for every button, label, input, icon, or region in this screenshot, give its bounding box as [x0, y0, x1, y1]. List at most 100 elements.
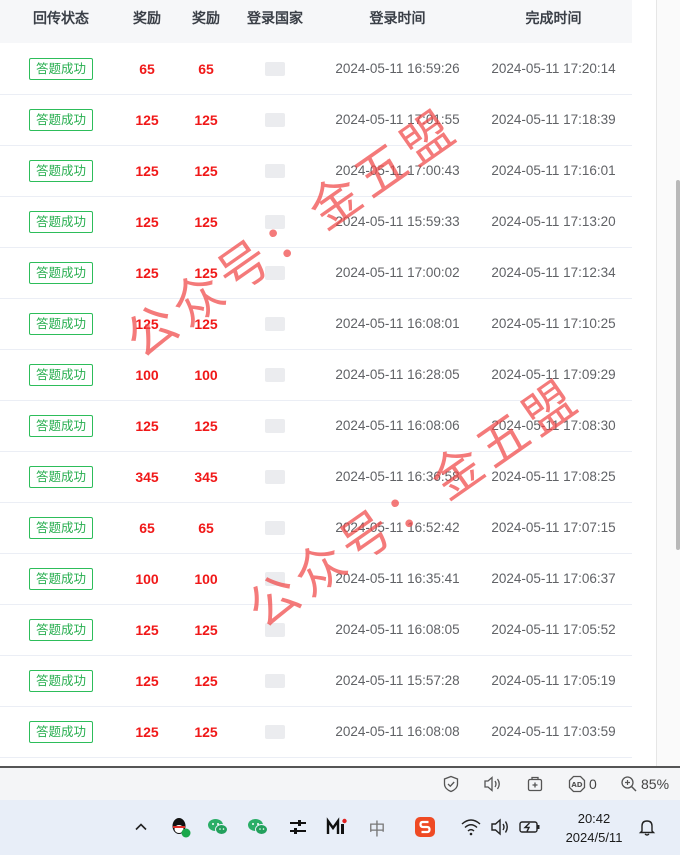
table-row[interactable]: 答题成功 125 125 2024-05-11 15:57:28 2024-05-11 …	[0, 656, 632, 707]
status-cell: 答题成功	[0, 44, 122, 95]
shield-check-icon[interactable]	[442, 774, 460, 794]
sliders-icon[interactable]	[285, 814, 311, 840]
table-row[interactable]: 答题成功 345 345 2024-05-11 16:36:58 2024-05-11 …	[0, 452, 632, 503]
table-row[interactable]: 答题成功 125 125 2024-05-11 16:08:08 2024-05-11 …	[0, 707, 632, 758]
sogou-icon[interactable]	[412, 814, 438, 840]
table-row[interactable]: 答题成功 125 125 2024-05-11 16:08:06 2024-05-11 …	[0, 401, 632, 452]
table-row[interactable]: 答题成功 125 125 2024-05-11 17:01:55 2024-05-11 …	[0, 95, 632, 146]
status-cell: 答题成功	[0, 605, 122, 656]
system-clock[interactable]: 20:42 2024/5/11	[555, 809, 633, 847]
column-header-country[interactable]: 登录国家	[240, 0, 310, 43]
country-cell	[240, 350, 310, 401]
reward-cell: 125	[194, 265, 218, 281]
redacted-country	[265, 571, 285, 586]
done-time-cell: 2024-05-11 17:07:15	[491, 520, 616, 535]
add-tab-icon[interactable]	[526, 774, 544, 794]
login-time-cell: 2024-05-11 16:35:41	[335, 571, 460, 586]
column-header-reward[interactable]: 奖励	[176, 0, 236, 43]
battery-icon[interactable]	[517, 814, 543, 840]
reward-cell: 125	[194, 673, 218, 689]
redacted-country	[265, 61, 285, 76]
redacted-country	[265, 163, 285, 178]
qq-icon[interactable]	[167, 814, 193, 840]
redacted-country	[265, 265, 285, 280]
status-badge: 答题成功	[28, 159, 93, 182]
table-row[interactable]: 答题成功 125 125 2024-05-11 17:00:02 2024-05-11 …	[0, 248, 632, 299]
m-app-icon[interactable]	[324, 814, 350, 840]
login-time-cell: 2024-05-11 17:01:55	[335, 112, 460, 127]
column-header-login-time[interactable]: 登录时间	[320, 0, 475, 43]
login-time-cell: 2024-05-11 16:52:42	[335, 520, 460, 535]
done-time-cell: 2024-05-11 17:10:25	[491, 316, 616, 331]
status-badge: 答题成功	[28, 210, 93, 233]
reward-cell: 65	[198, 520, 214, 536]
status-cell: 答题成功	[0, 452, 122, 503]
login-time-cell: 2024-05-11 16:08:08	[335, 724, 460, 739]
reward-cell: 65	[139, 520, 155, 536]
redacted-country	[265, 214, 285, 229]
reward-cell: 100	[135, 367, 159, 383]
done-time-cell: 2024-05-11 17:08:25	[491, 469, 616, 484]
browser-status-bar: AD 0 85%	[0, 768, 680, 800]
reward-cell: 125	[194, 622, 218, 638]
wechat-icon[interactable]	[245, 814, 271, 840]
redacted-country	[265, 622, 285, 637]
country-cell	[240, 605, 310, 656]
reward-cell: 125	[135, 622, 159, 638]
status-cell: 答题成功	[0, 554, 122, 605]
status-badge: 答题成功	[28, 108, 93, 131]
reward-cell: 345	[194, 469, 218, 485]
reward-cell: 125	[194, 214, 218, 230]
table-row[interactable]: 答题成功 100 100 2024-05-11 16:35:41 2024-05-11 …	[0, 554, 632, 605]
clock-time: 20:42	[577, 811, 611, 826]
table-row[interactable]: 答题成功 65 65 2024-05-11 16:52:42 2024-05-11 17…	[0, 503, 632, 554]
status-badge: 答题成功	[28, 414, 93, 437]
table-row[interactable]: 答题成功 100 100 2024-05-11 16:28:05 2024-05-11 …	[0, 350, 632, 401]
status-cell: 答题成功	[0, 248, 122, 299]
scrollbar-thumb[interactable]	[676, 180, 680, 550]
reward-cell: 125	[194, 112, 218, 128]
speaker-icon[interactable]	[487, 814, 513, 840]
country-cell	[240, 44, 310, 95]
status-cell: 答题成功	[0, 707, 122, 758]
status-badge: 答题成功	[28, 720, 93, 743]
status-badge: 答题成功	[28, 312, 93, 335]
reward-cell: 345	[135, 469, 159, 485]
zoom-control[interactable]: 85%	[620, 774, 669, 794]
country-cell	[240, 146, 310, 197]
column-header-status[interactable]: 回传状态	[0, 0, 122, 43]
status-badge: 答题成功	[28, 618, 93, 641]
status-badge: 答题成功	[28, 516, 93, 539]
adblock-count: 0	[589, 776, 597, 792]
status-cell: 答题成功	[0, 656, 122, 707]
table-header: 回传状态 奖励 奖励 登录国家 登录时间 完成时间	[0, 0, 632, 43]
done-time-cell: 2024-05-11 17:08:30	[491, 418, 616, 433]
page-viewport: 回传状态 奖励 奖励 登录国家 登录时间 完成时间 答题成功 65 65 2024-0…	[0, 0, 680, 767]
column-header-reward[interactable]: 奖励	[122, 0, 172, 43]
login-time-cell: 2024-05-11 16:08:06	[335, 418, 460, 433]
login-time-cell: 2024-05-11 16:08:05	[335, 622, 460, 637]
country-cell	[240, 656, 310, 707]
adblock-icon[interactable]: AD 0	[568, 774, 597, 794]
wifi-icon[interactable]	[458, 814, 484, 840]
table-row[interactable]: 答题成功 125 125 2024-05-11 16:08:01 2024-05-11 …	[0, 299, 632, 350]
done-time-cell: 2024-05-11 17:20:14	[491, 61, 616, 76]
table-row[interactable]: 答题成功 125 125 2024-05-11 16:08:05 2024-05-11 …	[0, 605, 632, 656]
ime-icon[interactable]: 中	[364, 814, 390, 840]
reward-cell: 125	[135, 265, 159, 281]
zoom-level: 85%	[641, 776, 670, 792]
status-badge: 答题成功	[28, 363, 93, 386]
table-row[interactable]: 答题成功 125 125 2024-05-11 17:00:43 2024-05-11 …	[0, 146, 632, 197]
country-cell	[240, 299, 310, 350]
status-cell: 答题成功	[0, 146, 122, 197]
read-aloud-icon[interactable]	[482, 774, 502, 794]
column-header-done-time[interactable]: 完成时间	[476, 0, 631, 43]
country-cell	[240, 248, 310, 299]
wechat-icon[interactable]	[205, 814, 231, 840]
chevron-up-icon[interactable]	[128, 814, 154, 840]
table-row[interactable]: 答题成功 65 65 2024-05-11 16:59:26 2024-05-11 17…	[0, 44, 632, 95]
table-row[interactable]: 答题成功 125 125 2024-05-11 15:59:33 2024-05-11 …	[0, 197, 632, 248]
redacted-country	[265, 724, 285, 739]
status-cell: 答题成功	[0, 401, 122, 452]
bell-icon[interactable]	[634, 814, 660, 840]
